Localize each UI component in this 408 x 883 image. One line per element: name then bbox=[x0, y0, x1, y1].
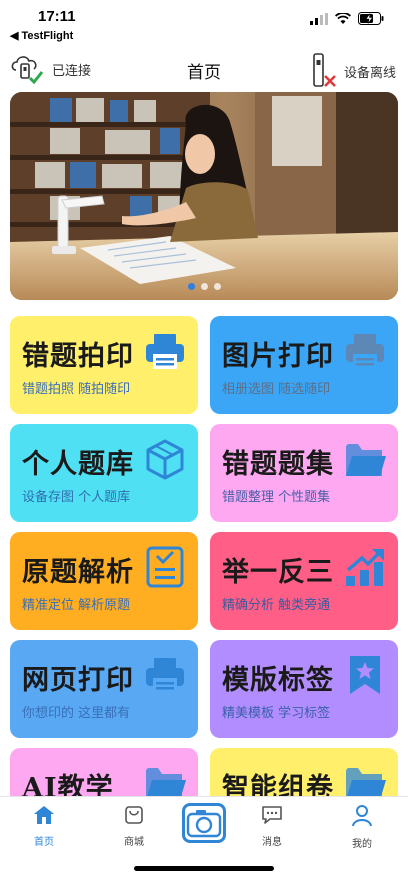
folder-icon bbox=[346, 444, 386, 476]
top-nav-bar: 已连接 首页 设备离线 bbox=[0, 48, 408, 90]
growth-chart-icon bbox=[346, 549, 384, 586]
card-title: 个人题库 bbox=[22, 449, 134, 480]
tab-mall[interactable]: 商城 bbox=[104, 805, 164, 848]
message-bubble-icon bbox=[262, 806, 282, 824]
card-title: 模版标签 bbox=[222, 665, 334, 696]
card-title: 图片打印 bbox=[222, 341, 334, 372]
tab-profile[interactable]: 我的 bbox=[332, 805, 392, 850]
feature-card-web-print[interactable]: 网页打印 你想印的 这里都有 bbox=[10, 640, 198, 738]
carousel-page-indicator bbox=[10, 283, 398, 290]
battery-charging-icon bbox=[358, 12, 384, 25]
card-subtitle: 精美模板 学习标签 bbox=[222, 706, 331, 721]
card-title: 错题拍印 bbox=[22, 341, 134, 372]
home-icon bbox=[34, 806, 54, 824]
tab-home[interactable]: 首页 bbox=[14, 805, 74, 848]
camera-button[interactable] bbox=[182, 803, 226, 843]
card-subtitle: 设备存图 个人题库 bbox=[22, 490, 131, 505]
tab-profile-label: 我的 bbox=[352, 839, 372, 850]
banner-photo-student-with-scanner bbox=[10, 92, 398, 300]
card-subtitle: 错题整理 个性题集 bbox=[222, 490, 331, 505]
card-subtitle: 相册选图 随选随印 bbox=[222, 382, 331, 397]
wifi-icon bbox=[335, 12, 351, 24]
promo-banner-carousel[interactable] bbox=[10, 92, 398, 300]
feature-card-photo-print[interactable]: 图片打印 相册选图 随选随印 bbox=[210, 316, 398, 414]
tab-home-label: 首页 bbox=[34, 837, 54, 848]
feature-card-personal-question-bank[interactable]: 个人题库 设备存图 个人题库 bbox=[10, 424, 198, 522]
device-status-label: 设备离线 bbox=[343, 65, 396, 81]
card-subtitle: 你想印的 这里都有 bbox=[22, 706, 131, 721]
bookmark-icon bbox=[350, 656, 380, 694]
card-subtitle: 精准定位 解析原题 bbox=[22, 598, 131, 613]
device-status[interactable]: 设备离线 bbox=[310, 52, 396, 90]
printer-icon bbox=[346, 334, 384, 369]
tab-messages-label: 消息 bbox=[262, 837, 282, 848]
tab-mall-label: 商城 bbox=[124, 837, 144, 848]
printer-icon bbox=[146, 658, 184, 693]
card-title: 错题题集 bbox=[222, 449, 334, 480]
user-icon bbox=[352, 805, 372, 827]
shopping-bag-icon bbox=[125, 806, 143, 824]
home-indicator bbox=[134, 866, 274, 871]
tab-messages[interactable]: 消息 bbox=[242, 805, 302, 848]
feature-card-draw-inferences[interactable]: 举一反三 精确分析 触类旁通 bbox=[210, 532, 398, 630]
carousel-dot[interactable] bbox=[200, 283, 208, 290]
feature-card-mistake-collection[interactable]: 错题题集 错题整理 个性题集 bbox=[210, 424, 398, 522]
cube-icon bbox=[146, 439, 184, 480]
card-title: 举一反三 bbox=[222, 557, 334, 588]
back-to-testflight-link[interactable]: ◀ TestFlight bbox=[10, 29, 73, 42]
status-bar: 17:11 ◀ TestFlight bbox=[0, 0, 408, 44]
feature-card-template-labels[interactable]: 模版标签 精美模板 学习标签 bbox=[210, 640, 398, 738]
carousel-dot[interactable] bbox=[213, 283, 221, 290]
checklist-icon bbox=[146, 546, 184, 588]
cellular-signal-icon bbox=[310, 12, 328, 25]
card-title: 原题解析 bbox=[22, 557, 134, 588]
printer-icon bbox=[146, 334, 184, 369]
card-subtitle: 精确分析 触类旁通 bbox=[222, 598, 331, 613]
card-subtitle: 错题拍照 随拍随印 bbox=[22, 382, 131, 397]
device-offline-icon bbox=[313, 53, 336, 87]
feature-card-mistake-scan-print[interactable]: 错题拍印 错题拍照 随拍随印 bbox=[10, 316, 198, 414]
camera-icon bbox=[186, 810, 222, 838]
carousel-dot-active[interactable] bbox=[187, 283, 195, 290]
status-time: 17:11 bbox=[38, 8, 76, 25]
feature-card-original-question-analysis[interactable]: 原题解析 精准定位 解析原题 bbox=[10, 532, 198, 630]
system-icons bbox=[310, 12, 384, 25]
card-title: 网页打印 bbox=[22, 665, 134, 696]
